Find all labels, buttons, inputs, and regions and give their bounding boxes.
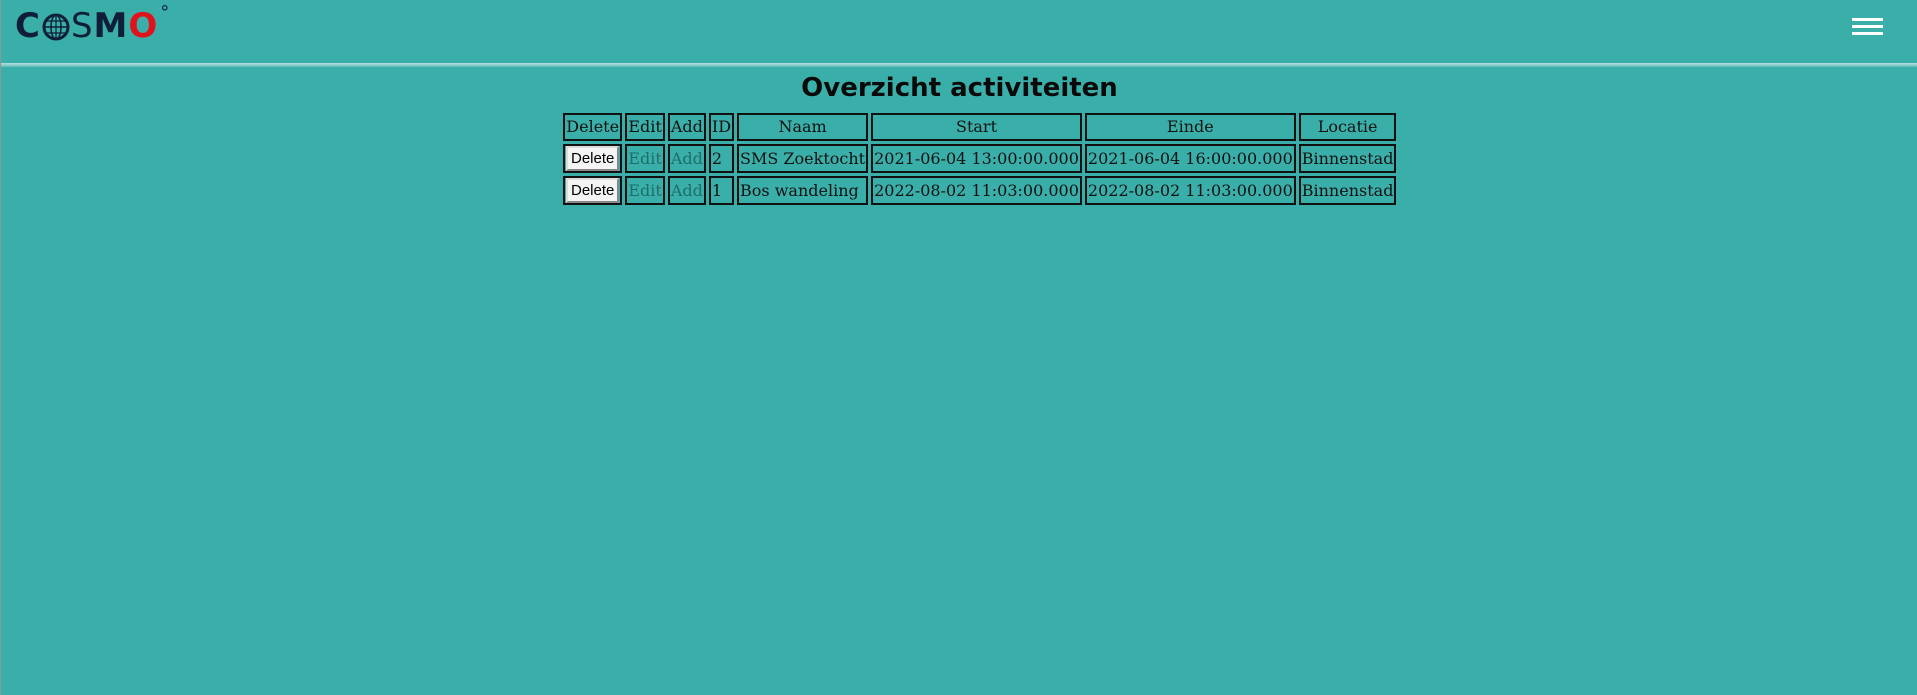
- delete-button[interactable]: Delete: [566, 146, 620, 171]
- delete-cell: Delete: [563, 176, 623, 205]
- logo-letter-c: C: [15, 6, 41, 46]
- column-header-start: Start: [871, 113, 1082, 141]
- table-header-row: Delete Edit Add ID Naam Start Einde Loca…: [563, 113, 1397, 141]
- edit-link[interactable]: Edit: [628, 181, 661, 200]
- edit-cell: Edit: [625, 144, 665, 173]
- logo-letter-m: M: [93, 6, 129, 46]
- add-link[interactable]: Add: [671, 149, 703, 168]
- column-header-naam: Naam: [737, 113, 869, 141]
- globe-icon: [42, 13, 70, 41]
- id-cell: 2: [708, 144, 735, 173]
- table-row: Delete Edit Add 1 Bos wandeling 2022-08-…: [563, 176, 1397, 205]
- hamburger-menu-icon[interactable]: [1852, 18, 1883, 36]
- delete-button[interactable]: Delete: [566, 178, 620, 203]
- logo-letter-o-red: O: [128, 6, 159, 46]
- locatie-cell: Binnenstad: [1298, 144, 1397, 173]
- column-header-edit: Edit: [625, 113, 665, 141]
- add-link[interactable]: Add: [671, 181, 703, 200]
- hamburger-line: [1852, 25, 1883, 28]
- id-cell: 1: [708, 176, 735, 205]
- naam-cell: Bos wandeling: [737, 176, 869, 205]
- delete-cell: Delete: [563, 144, 623, 173]
- column-header-id: ID: [708, 113, 735, 141]
- page: C S M O ° Overzicht activiteiten Delete …: [0, 0, 1917, 695]
- start-cell: 2021-06-04 13:00:00.000: [871, 144, 1082, 173]
- einde-cell: 2022-08-02 11:03:00.000: [1084, 176, 1296, 205]
- table-row: Delete Edit Add 2 SMS Zoektocht 2021-06-…: [563, 144, 1397, 173]
- logo-letter-s: S: [70, 6, 94, 46]
- cosmo-logo[interactable]: C S M O °: [15, 2, 170, 47]
- column-header-delete: Delete: [563, 113, 623, 141]
- hamburger-line: [1852, 18, 1883, 21]
- edit-cell: Edit: [625, 176, 665, 205]
- column-header-add: Add: [667, 113, 706, 141]
- hamburger-line: [1852, 32, 1883, 35]
- edit-link[interactable]: Edit: [628, 149, 661, 168]
- top-bar: C S M O °: [1, 0, 1917, 63]
- page-title: Overzicht activiteiten: [801, 73, 1118, 103]
- activities-table: Delete Edit Add ID Naam Start Einde Loca…: [560, 110, 1399, 208]
- start-cell: 2022-08-02 11:03:00.000: [871, 176, 1082, 205]
- einde-cell: 2021-06-04 16:00:00.000: [1084, 144, 1296, 173]
- naam-cell: SMS Zoektocht: [737, 144, 869, 173]
- column-header-locatie: Locatie: [1298, 113, 1397, 141]
- add-cell: Add: [667, 176, 706, 205]
- add-cell: Add: [667, 144, 706, 173]
- header-divider: [1, 63, 1917, 67]
- locatie-cell: Binnenstad: [1298, 176, 1397, 205]
- column-header-einde: Einde: [1084, 113, 1296, 141]
- logo-degree-mark: °: [160, 1, 171, 23]
